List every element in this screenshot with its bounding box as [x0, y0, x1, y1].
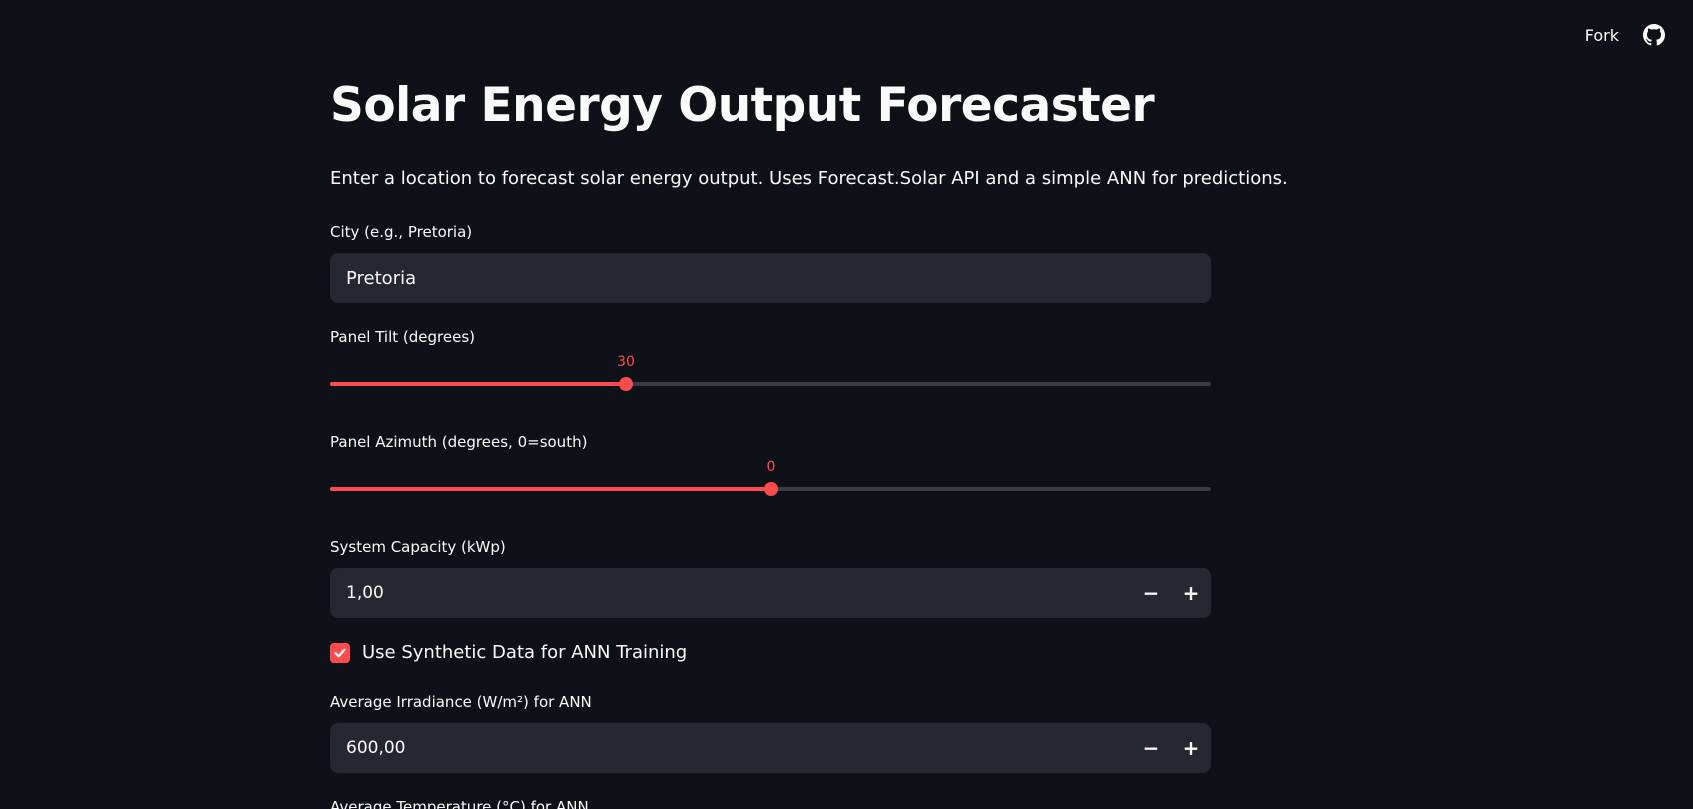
capacity-value[interactable]: 1,00	[330, 583, 1131, 603]
city-input-value: Pretoria	[346, 267, 417, 289]
capacity-number-input[interactable]: 1,00 − +	[330, 568, 1211, 618]
tilt-slider-fill	[330, 382, 626, 386]
irradiance-number-input[interactable]: 600,00 − +	[330, 723, 1211, 773]
tilt-slider-thumb[interactable]	[619, 377, 633, 391]
tilt-slider[interactable]: 30	[330, 354, 1211, 394]
city-input[interactable]: Pretoria	[330, 253, 1211, 303]
app-page: Fork Solar Energy Output Forecaster Ente…	[0, 0, 1693, 809]
github-icon[interactable]	[1643, 24, 1665, 46]
page-title: Solar Energy Output Forecaster	[330, 78, 1155, 133]
fork-button[interactable]: Fork	[1585, 26, 1619, 45]
irradiance-value[interactable]: 600,00	[330, 738, 1131, 758]
irradiance-decrement-button[interactable]: −	[1131, 723, 1171, 773]
irradiance-label: Average Irradiance (W/m²) for ANN	[330, 693, 592, 711]
synthetic-data-label: Use Synthetic Data for ANN Training	[362, 642, 688, 663]
azimuth-slider[interactable]: 0	[330, 459, 1211, 499]
azimuth-slider-fill	[330, 487, 771, 491]
page-description: Enter a location to forecast solar energ…	[330, 168, 1288, 189]
azimuth-slider-value: 0	[766, 459, 776, 475]
synthetic-data-checkbox[interactable]	[330, 642, 350, 663]
azimuth-slider-thumb[interactable]	[764, 482, 778, 496]
temperature-label: Average Temperature (°C) for ANN	[330, 798, 589, 809]
city-label: City (e.g., Pretoria)	[330, 223, 473, 241]
checkmark-icon	[334, 648, 346, 657]
azimuth-label: Panel Azimuth (degrees, 0=south)	[330, 433, 588, 451]
top-toolbar: Fork	[1585, 24, 1665, 46]
tilt-slider-value: 30	[617, 354, 635, 370]
capacity-increment-button[interactable]: +	[1171, 568, 1211, 618]
capacity-decrement-button[interactable]: −	[1131, 568, 1171, 618]
synthetic-data-checkbox-row[interactable]: Use Synthetic Data for ANN Training	[330, 642, 687, 663]
capacity-label: System Capacity (kWp)	[330, 538, 506, 556]
tilt-label: Panel Tilt (degrees)	[330, 328, 476, 346]
irradiance-increment-button[interactable]: +	[1171, 723, 1211, 773]
